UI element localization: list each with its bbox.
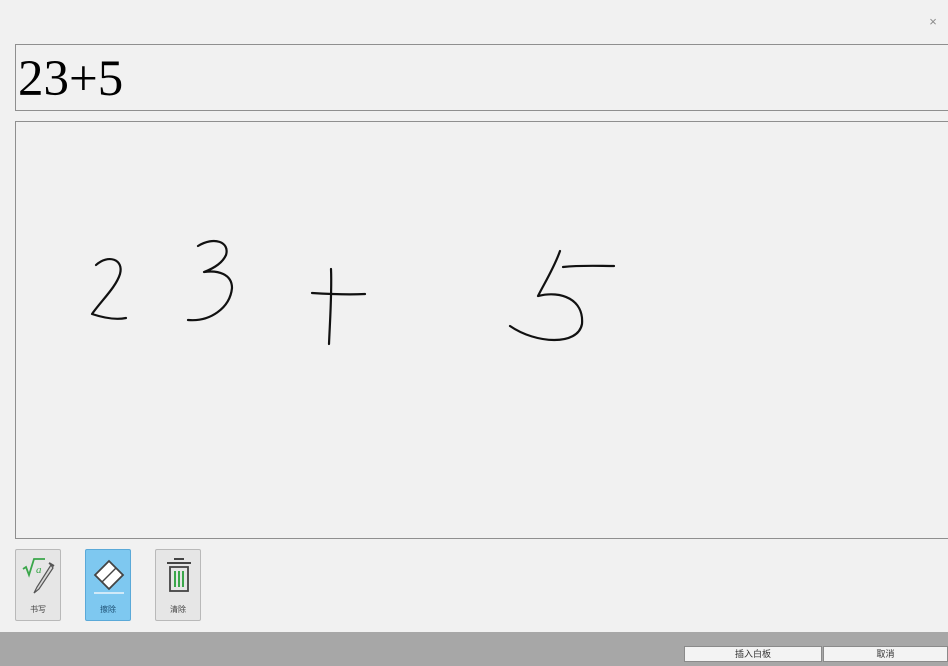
clear-tool-label: 清除 xyxy=(170,605,186,614)
svg-text:a: a xyxy=(36,564,42,576)
eraser-icon xyxy=(93,559,125,594)
stroke-digit-5-top xyxy=(561,264,616,269)
clear-tool-button[interactable]: 清除 xyxy=(155,549,201,621)
recognition-preview: 23+5 xyxy=(15,44,948,111)
cancel-button[interactable]: 取消 xyxy=(823,646,948,662)
trash-icon xyxy=(167,558,191,592)
write-tool-label: 书写 xyxy=(30,605,46,614)
handwriting-canvas[interactable] xyxy=(15,121,948,539)
footer-bar: 插入白板 取消 xyxy=(0,632,948,666)
insert-whiteboard-button[interactable]: 插入白板 xyxy=(684,646,822,662)
stroke-plus-vertical xyxy=(327,267,333,346)
stroke-digit-3 xyxy=(186,239,234,322)
erase-tool-label: 擦除 xyxy=(100,605,116,614)
write-tool-button[interactable]: a 书写 xyxy=(15,549,61,621)
math-pen-icon: a xyxy=(22,558,55,594)
stroke-plus-horizontal xyxy=(310,291,367,296)
erase-tool-button[interactable]: 擦除 xyxy=(85,549,131,621)
handwritten-strokes xyxy=(90,239,616,346)
close-icon[interactable]: × xyxy=(925,14,941,30)
stroke-digit-2 xyxy=(90,257,128,320)
stroke-digit-5-body xyxy=(508,249,584,342)
recognized-expression: 23+5 xyxy=(18,51,124,107)
